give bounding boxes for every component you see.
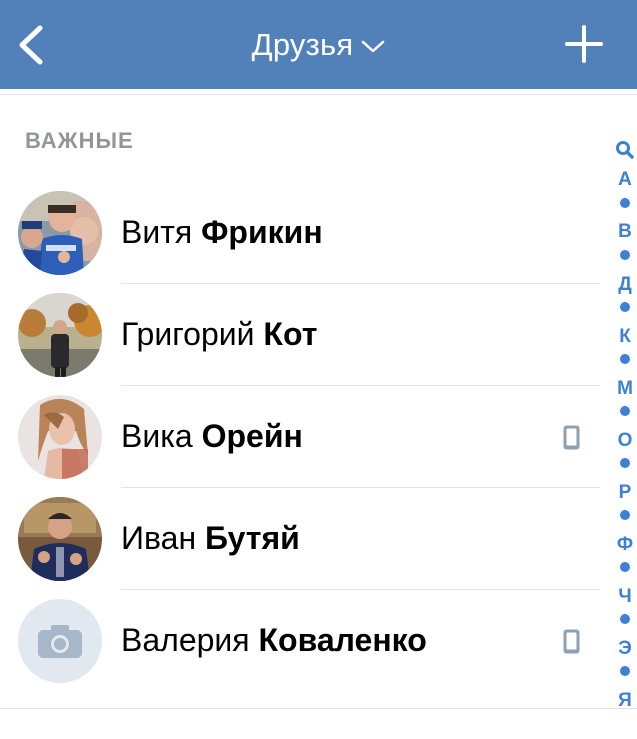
- section-title-important: ВАЖНЫЕ: [25, 128, 134, 153]
- index-letter[interactable]: М: [612, 379, 637, 399]
- index-dot: [620, 510, 630, 520]
- mobile-online-icon: [563, 425, 580, 450]
- index-letter[interactable]: Ф: [612, 535, 637, 555]
- index-letter[interactable]: Я: [612, 691, 637, 711]
- first-name: Витя: [121, 214, 193, 250]
- friend-name[interactable]: Григорий Кот: [121, 316, 317, 353]
- list-end-divider: [0, 708, 637, 709]
- friend-name[interactable]: Вика Орейн: [121, 418, 303, 455]
- first-name: Вика: [121, 418, 193, 454]
- index-dot: [620, 458, 630, 468]
- index-letter[interactable]: О: [612, 431, 637, 451]
- friend-row[interactable]: Иван Бутяй: [0, 488, 600, 590]
- last-name: Фрикин: [201, 214, 323, 250]
- friend-name[interactable]: Валерия Коваленко: [121, 622, 427, 659]
- last-name: Бутяй: [205, 520, 300, 556]
- chevron-down-icon[interactable]: [361, 40, 385, 54]
- last-name: Орейн: [201, 418, 303, 454]
- index-dot: [620, 198, 630, 208]
- first-name: Иван: [121, 520, 197, 556]
- index-letter[interactable]: К: [612, 327, 637, 347]
- friend-list: Витя Фрикин Григорий Кот Вика Орейн Иван…: [0, 182, 600, 692]
- first-name: Валерия: [121, 622, 250, 658]
- index-dot: [620, 614, 630, 624]
- search-icon[interactable]: [615, 140, 635, 160]
- friend-row[interactable]: Витя Фрикин: [0, 182, 600, 284]
- index-dot: [620, 354, 630, 364]
- avatar[interactable]: [18, 599, 102, 683]
- last-name: Кот: [263, 316, 318, 352]
- friend-name[interactable]: Витя Фрикин: [121, 214, 323, 251]
- index-letter[interactable]: Д: [612, 275, 637, 295]
- page-title[interactable]: Друзья: [252, 27, 354, 63]
- index-letter[interactable]: В: [612, 222, 637, 242]
- index-letter[interactable]: Р: [612, 483, 637, 503]
- avatar[interactable]: [18, 191, 102, 275]
- friend-row[interactable]: Валерия Коваленко: [0, 590, 600, 692]
- index-dot: [620, 302, 630, 312]
- first-name: Григорий: [121, 316, 255, 352]
- last-name: Коваленко: [258, 622, 427, 658]
- alphabet-index[interactable]: А В Д К М О Р Ф Ч Э Я: [612, 138, 637, 739]
- camera-placeholder-icon: [38, 625, 82, 658]
- index-letter[interactable]: А: [612, 170, 637, 190]
- navbar: Друзья: [0, 0, 637, 89]
- index-dot: [620, 406, 630, 416]
- plus-icon[interactable]: [565, 25, 603, 63]
- index-letter[interactable]: Э: [612, 639, 637, 659]
- index-dot: [620, 250, 630, 260]
- index-letter[interactable]: Ч: [612, 587, 637, 607]
- friend-row[interactable]: Григорий Кот: [0, 284, 600, 386]
- friend-row[interactable]: Вика Орейн: [0, 386, 600, 488]
- mobile-online-icon: [563, 629, 580, 654]
- index-dot: [620, 666, 630, 676]
- index-dot: [620, 562, 630, 572]
- avatar[interactable]: [18, 293, 102, 377]
- title-dropdown[interactable]: Друзья: [0, 0, 637, 89]
- navbar-divider: [0, 89, 637, 95]
- avatar[interactable]: [18, 497, 102, 581]
- friend-name[interactable]: Иван Бутяй: [121, 520, 300, 557]
- avatar[interactable]: [18, 395, 102, 479]
